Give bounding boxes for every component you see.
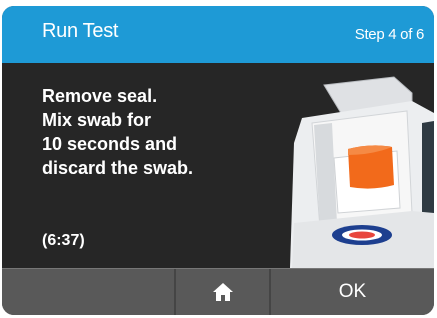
- header-bar: Run Test Step 4 of 6: [2, 6, 434, 63]
- instruction-text: Remove seal. Mix swab for 10 seconds and…: [42, 84, 193, 180]
- countdown-timer: (6:37): [42, 232, 85, 249]
- home-icon: [212, 283, 233, 301]
- screen-title: Run Test: [42, 20, 119, 42]
- test-screen: Run Test Step 4 of 6 Remove seal. Mix sw…: [2, 6, 434, 315]
- home-button[interactable]: [174, 269, 271, 315]
- base-label-mark: [349, 231, 375, 239]
- instruction-panel: Remove seal. Mix swab for 10 seconds and…: [2, 63, 434, 268]
- ok-button[interactable]: OK: [271, 269, 434, 315]
- instruction-line: 10 seconds and: [42, 134, 178, 154]
- instruction-line: Mix swab for: [42, 110, 152, 130]
- instruction-line: Remove seal.: [42, 86, 158, 106]
- footer-left-button: [2, 269, 174, 315]
- footer-bar: OK: [2, 268, 434, 315]
- instruction-line: discard the swab.: [42, 158, 194, 178]
- step-indicator: Step 4 of 6: [354, 26, 425, 43]
